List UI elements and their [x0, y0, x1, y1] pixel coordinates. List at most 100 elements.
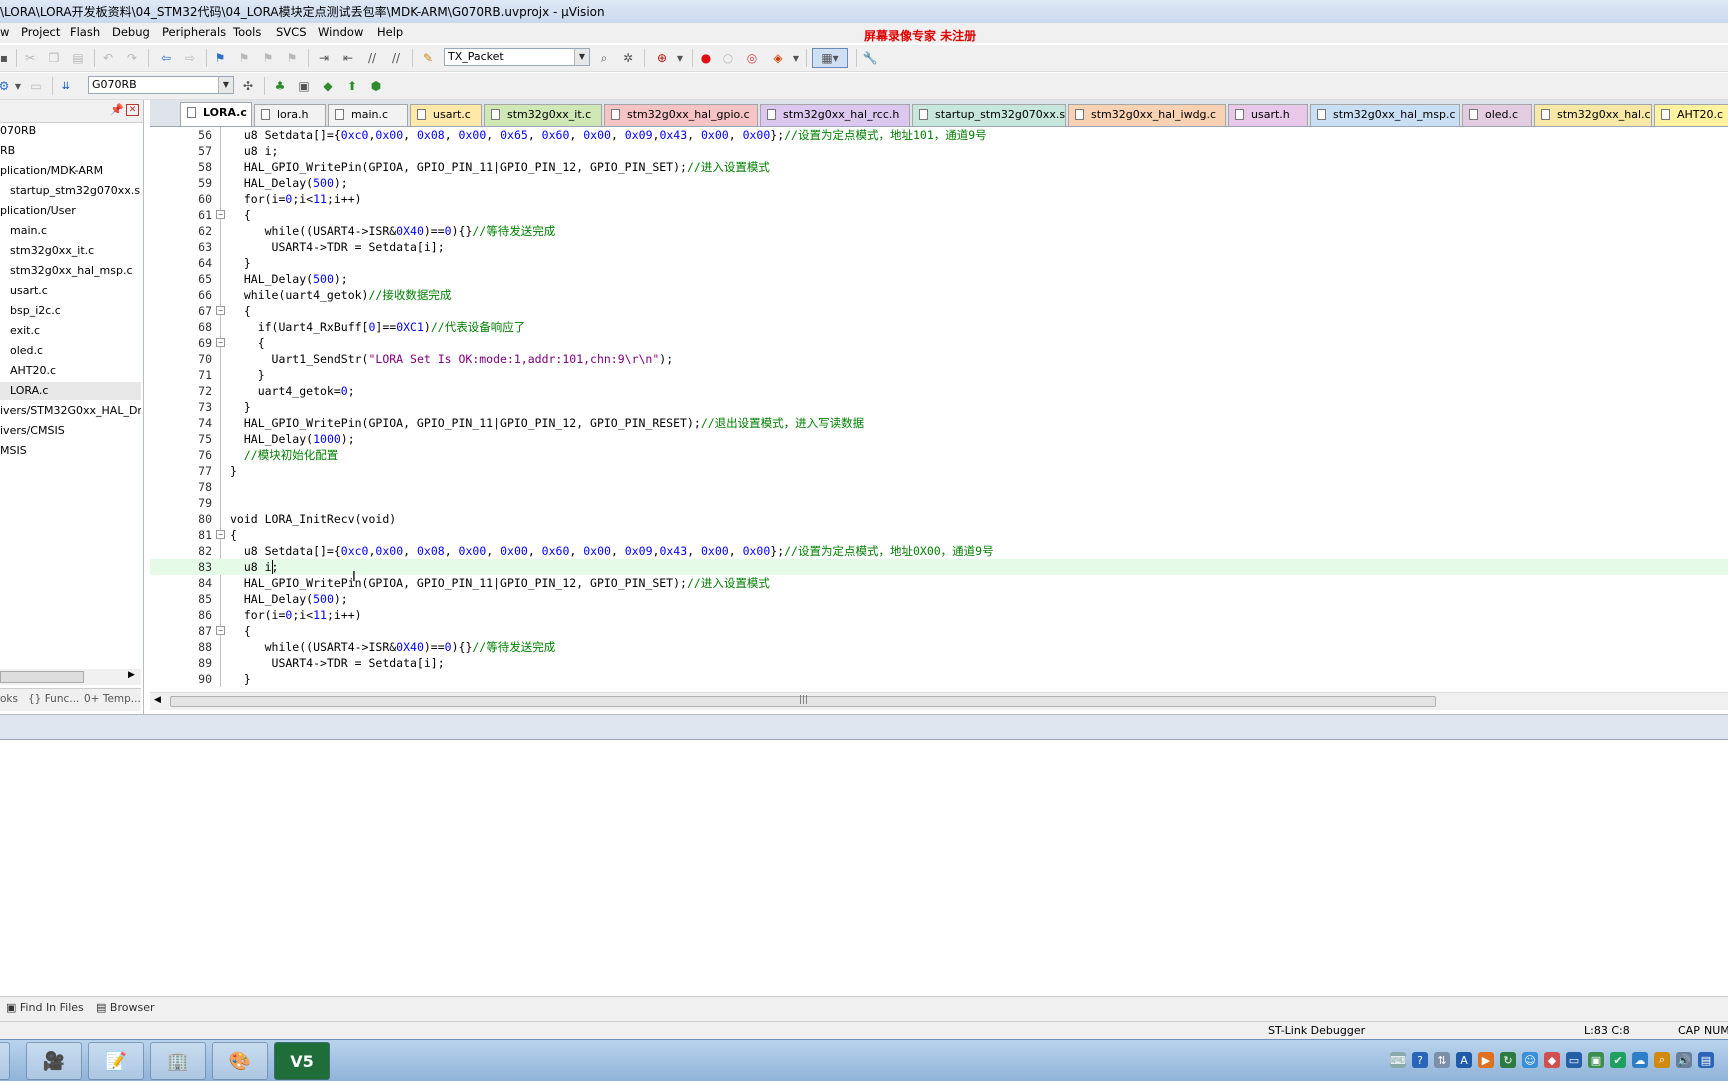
editor-scroll-thumb[interactable]: ||| [170, 695, 1436, 707]
code-line[interactable]: 57 u8 i; [150, 143, 1728, 159]
find-in-files-icon[interactable]: ✎ [418, 48, 438, 68]
code-line[interactable]: 87− { [150, 623, 1728, 639]
tree-item-group-mdk[interactable]: plication/MDK-ARM [0, 162, 141, 180]
menu-tools[interactable]: Tools [233, 25, 261, 39]
file-tab[interactable]: stm32g0xx_hal.c [1534, 104, 1652, 126]
pin-icon[interactable]: 📌 [110, 103, 124, 116]
media-player-icon[interactable]: 🎥 [26, 1042, 82, 1080]
file-tab[interactable]: stm32g0xx_it.c [484, 104, 602, 126]
scroll-left-icon[interactable]: ◀ [154, 695, 161, 705]
code-line[interactable]: 86 for(i=0;i<11;i++) [150, 607, 1728, 623]
fold-toggle-icon[interactable]: − [216, 338, 225, 347]
volume-icon[interactable]: 🔊 [1676, 1052, 1692, 1068]
code-area[interactable]: 56 u8 Setdata[]={0xc0,0x00, 0x08, 0x00, … [150, 127, 1728, 687]
panel-scroll-thumb[interactable] [0, 671, 84, 683]
select-software-packs-icon[interactable]: ⬆ [342, 76, 362, 96]
breakpoint-options-icon[interactable]: ◈ [768, 48, 788, 68]
tree-item-group-hal[interactable]: ivers/STM32G0xx_HAL_Dri [0, 402, 141, 420]
tray-cloud-icon[interactable]: ☁ [1632, 1052, 1648, 1068]
incremental-find-icon[interactable]: ⌕ [594, 48, 614, 68]
redo-icon[interactable]: ↷ [122, 48, 142, 68]
tray-app-icon[interactable]: A [1456, 1052, 1472, 1068]
code-line[interactable]: 64 } [150, 255, 1728, 271]
tray-display-icon[interactable]: ▭ [1566, 1052, 1582, 1068]
unindent-icon[interactable]: ⇤ [338, 48, 358, 68]
tab-functions[interactable]: {} Func... [28, 693, 79, 705]
window-layout-icon[interactable]: ▦▾ [812, 48, 848, 68]
tree-item-group-cmsis[interactable]: ivers/CMSIS [0, 422, 141, 440]
breakpoint-icon[interactable]: ● [696, 48, 716, 68]
navigate-forward-icon[interactable]: ⇨ [180, 48, 200, 68]
code-line[interactable]: 78 [150, 479, 1728, 495]
project-manager-icon[interactable]: 🏢 [150, 1042, 206, 1080]
tab-templates[interactable]: 0+ Temp... [84, 693, 141, 705]
code-line[interactable]: 79 [150, 495, 1728, 511]
tree-item-group-root[interactable]: RB [0, 142, 141, 160]
tree-item-group-cmsis-pack[interactable]: MSIS [0, 442, 141, 460]
tree-item-file[interactable]: AHT20.c [10, 362, 141, 380]
code-line[interactable]: 74 HAL_GPIO_WritePin(GPIOA, GPIO_PIN_11|… [150, 415, 1728, 431]
menu-debug[interactable]: Debug [112, 25, 150, 39]
code-line[interactable]: 58 HAL_GPIO_WritePin(GPIOA, GPIO_PIN_11|… [150, 159, 1728, 175]
code-line[interactable]: 84 HAL_GPIO_WritePin(GPIOA, GPIO_PIN_11|… [150, 575, 1728, 591]
code-line[interactable]: 77} [150, 463, 1728, 479]
code-line[interactable]: 85 HAL_Delay(500); [150, 591, 1728, 607]
code-line[interactable]: 63 USART4->TDR = Setdata[i]; [150, 239, 1728, 255]
file-tab[interactable]: lora.h [254, 104, 326, 126]
file-tab[interactable]: LORA.c [180, 102, 252, 126]
scroll-right-icon[interactable]: ▶ [128, 670, 135, 680]
code-line[interactable]: 71 } [150, 367, 1728, 383]
tree-item-group-user[interactable]: plication/User [0, 202, 141, 220]
tray-security-icon[interactable]: ◆ [1544, 1052, 1560, 1068]
notepad-icon[interactable]: 📝 [88, 1042, 144, 1080]
close-icon[interactable]: ✕ [126, 104, 139, 116]
code-line[interactable]: 81−{ [150, 527, 1728, 543]
code-line[interactable]: 73 } [150, 399, 1728, 415]
file-tab[interactable]: main.c [328, 104, 408, 126]
file-tab[interactable]: stm32g0xx_hal_msp.c [1310, 104, 1460, 126]
tree-item-file[interactable]: usart.c [10, 282, 141, 300]
editor-horizontal-scrollbar[interactable]: ◀ ||| [150, 692, 1728, 710]
run-time-environment-icon[interactable]: ⬢ [366, 76, 386, 96]
tray-shield-icon[interactable]: ✔ [1610, 1052, 1626, 1068]
tab-books[interactable]: oks [0, 693, 18, 705]
chevron-down-icon[interactable]: ▼ [8, 76, 28, 96]
code-line[interactable]: 59 HAL_Delay(500); [150, 175, 1728, 191]
code-line[interactable]: 90 } [150, 671, 1728, 687]
save-all-icon[interactable]: ▪ [0, 48, 14, 68]
file-tab[interactable]: usart.h [1228, 104, 1308, 126]
file-tab[interactable]: stm32g0xx_hal_iwdg.c [1068, 104, 1226, 126]
disable-breakpoint-icon[interactable]: ○ [718, 48, 738, 68]
stop-build-icon[interactable]: ▭ [26, 76, 46, 96]
code-line[interactable]: 75 HAL_Delay(1000); [150, 431, 1728, 447]
menu-svcs[interactable]: SVCS [276, 25, 307, 39]
code-line[interactable]: 66 while(uart4_getok)//接收数据完成 [150, 287, 1728, 303]
tray-recorder-icon[interactable]: ▶ [1478, 1052, 1494, 1068]
menu-project[interactable]: Project [21, 25, 60, 39]
menu-peripherals[interactable]: Peripherals [162, 25, 226, 39]
chevron-down-icon[interactable]: ▼ [218, 77, 233, 93]
target-combo[interactable]: TX_Packet ▼ [444, 48, 590, 66]
undo-icon[interactable]: ↶ [98, 48, 118, 68]
folder-icon[interactable]: 📁 [0, 1042, 10, 1080]
tree-item-file-selected[interactable]: LORA.c [0, 382, 141, 400]
project-target-combo[interactable]: G070RB ▼ [88, 76, 234, 94]
tray-sync-icon[interactable]: ↻ [1500, 1052, 1516, 1068]
tray-chat-icon[interactable]: ☺ [1522, 1052, 1538, 1068]
manage-components-icon[interactable]: ♣ [270, 76, 290, 96]
network-icon[interactable]: ⇅ [1434, 1052, 1450, 1068]
fold-toggle-icon[interactable]: − [216, 626, 225, 635]
clear-bookmarks-icon[interactable]: ⚑ [282, 48, 302, 68]
code-line[interactable]: 82 u8 Setdata[]={0xc0,0x00, 0x08, 0x00, … [150, 543, 1728, 559]
tree-item-file[interactable]: stm32g0xx_hal_msp.c [10, 262, 141, 280]
chevron-down-icon[interactable]: ▼ [670, 48, 690, 68]
code-line[interactable]: 69− { [150, 335, 1728, 351]
menu-flash[interactable]: Flash [70, 25, 100, 39]
code-line[interactable]: 60 for(i=0;i<11;i++) [150, 191, 1728, 207]
file-tab[interactable]: startup_stm32g070xx.s [912, 104, 1066, 126]
configure-icon[interactable]: ✲ [618, 48, 638, 68]
tray-network-status-icon[interactable]: ▤ [1698, 1052, 1714, 1068]
file-tab[interactable]: AHT20.c [1654, 104, 1728, 126]
build-output-pane[interactable] [0, 740, 1728, 978]
settings-wrench-icon[interactable]: 🔧 [860, 48, 880, 68]
